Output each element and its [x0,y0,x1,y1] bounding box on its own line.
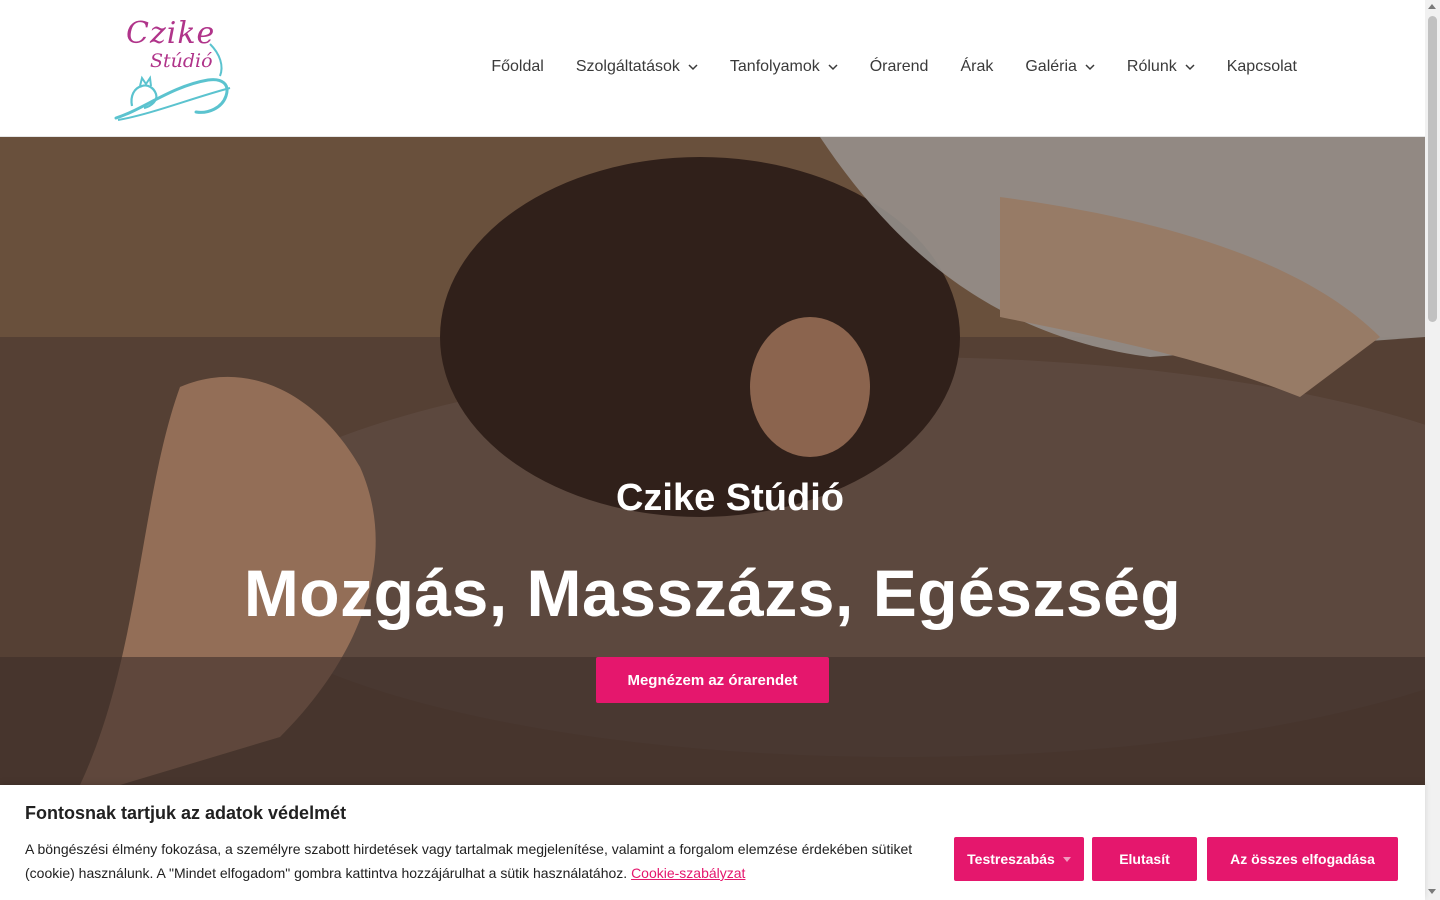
chevron-down-icon [828,64,838,71]
logo[interactable]: Czike Stúdió [112,14,236,122]
chevron-down-icon [688,64,698,71]
site-header: Czike Stúdió Főoldal Szolgáltatások Tanf… [0,0,1425,137]
cookie-accept-all-button[interactable]: Az összes elfogadása [1207,837,1398,881]
nav-item-arak[interactable]: Árak [944,58,1009,76]
nav-item-szolgaltatasok[interactable]: Szolgáltatások [560,58,714,76]
cookie-customize-label: Testreszabás [967,851,1055,867]
schedule-cta-button[interactable]: Megnézem az órarendet [596,657,829,703]
nav-item-label: Órarend [869,58,929,75]
nav-item-kapcsolat[interactable]: Kapcsolat [1211,58,1297,76]
main-nav: Főoldal Szolgáltatások Tanfolyamok Órare… [475,48,1297,86]
caret-down-icon [1062,856,1071,862]
logo-text-studio: Stúdió [150,50,213,72]
scroll-up-arrow-icon[interactable] [1428,4,1436,9]
logo-text-czike: Czike [126,16,216,51]
hero-title: Mozgás, Masszázs, Egészség [243,556,1182,630]
nav-item-label: Tanfolyamok [729,58,820,75]
cookie-description: A böngészési élmény fokozása, a személyr… [25,841,913,881]
chevron-down-icon [1085,64,1095,71]
cookie-customize-button[interactable]: Testreszabás [954,837,1084,881]
nav-item-label: Rólunk [1126,58,1177,75]
cookie-reject-button[interactable]: Elutasít [1092,837,1197,881]
cookie-consent-banner: Fontosnak tartjuk az adatok védelmét A b… [0,785,1425,900]
nav-item-label: Kapcsolat [1226,58,1297,75]
nav-item-label: Főoldal [491,58,544,75]
hero-subtitle: Czike Stúdió [615,477,845,519]
nav-item-tanfolyamok[interactable]: Tanfolyamok [714,58,854,76]
page-scrollbar[interactable] [1425,0,1440,900]
scrollbar-thumb[interactable] [1428,16,1437,322]
cookie-banner-title: Fontosnak tartjuk az adatok védelmét [25,803,347,823]
nav-item-label: Galéria [1025,58,1077,75]
nav-item-orarend[interactable]: Órarend [854,58,945,76]
nav-item-label: Szolgáltatások [575,58,680,75]
nav-item-galeria[interactable]: Galéria [1009,58,1111,76]
chevron-down-icon [1185,64,1195,71]
scroll-down-arrow-icon[interactable] [1428,889,1436,894]
cookie-banner-text: A böngészési élmény fokozása, a személyr… [25,837,925,885]
hero-section: Czike Stúdió Mozgás, Masszázs, Egészség … [0,137,1425,785]
nav-item-label: Árak [960,58,994,75]
cookie-policy-link[interactable]: Cookie-szabályzat [631,865,745,881]
nav-item-rolunk[interactable]: Rólunk [1111,58,1211,76]
nav-item-fooldal[interactable]: Főoldal [475,58,559,76]
